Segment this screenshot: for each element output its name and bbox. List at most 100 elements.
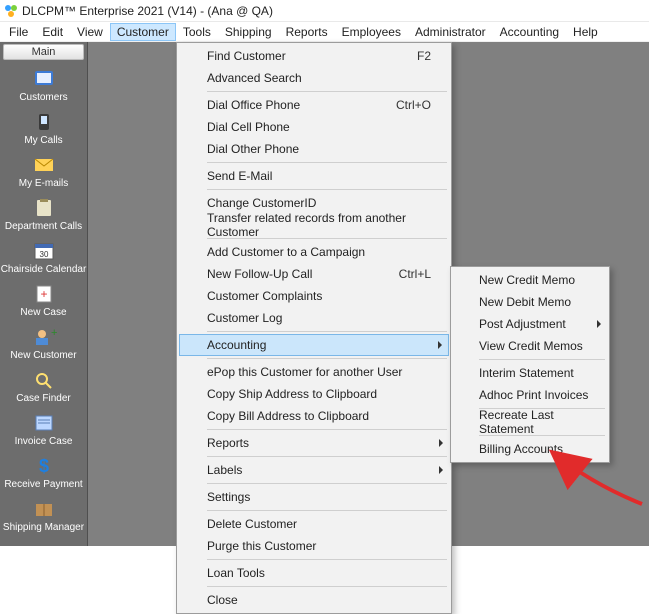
sidebar: Main Customers My Calls My E-mails Departme…	[0, 42, 88, 546]
menu-help[interactable]: Help	[566, 23, 605, 41]
submenu-item-billing-accounts[interactable]: Billing Accounts	[453, 438, 607, 460]
menu-item-label: New Credit Memo	[479, 273, 575, 287]
sidebar-item-my-calls[interactable]: My Calls	[0, 107, 87, 150]
menu-item-delete-customer[interactable]: Delete Customer	[179, 513, 449, 535]
sidebar-item-receive-payment[interactable]: $Receive Payment	[0, 451, 87, 494]
menu-item-accounting[interactable]: Accounting	[179, 334, 449, 356]
gauge-icon	[29, 539, 59, 546]
menu-item-close[interactable]: Close	[179, 589, 449, 611]
menu-item-send-e-mail[interactable]: Send E-Mail	[179, 165, 449, 187]
menu-separator	[207, 429, 447, 430]
mail-icon	[29, 152, 59, 178]
menu-item-label: Delete Customer	[207, 517, 297, 531]
menu-customer[interactable]: Customer	[110, 23, 176, 41]
menu-item-customer-complaints[interactable]: Customer Complaints	[179, 285, 449, 307]
menu-item-label: Dial Office Phone	[207, 98, 300, 112]
menu-item-labels[interactable]: Labels	[179, 459, 449, 481]
menu-shipping[interactable]: Shipping	[218, 23, 279, 41]
magnifier-icon	[29, 367, 59, 393]
menu-item-loan-tools[interactable]: Loan Tools	[179, 562, 449, 584]
submenu-item-new-credit-memo[interactable]: New Credit Memo	[453, 269, 607, 291]
menu-separator	[479, 359, 605, 360]
svg-text:+: +	[40, 287, 47, 301]
menu-item-add-customer-to-a-campaign[interactable]: Add Customer to a Campaign	[179, 241, 449, 263]
sidebar-item-label: Case Finder	[16, 394, 70, 404]
sidebar-item-customers[interactable]: Customers	[0, 64, 87, 107]
submenu-arrow-icon	[597, 320, 601, 328]
menu-item-purge-this-customer[interactable]: Purge this Customer	[179, 535, 449, 557]
submenu-item-post-adjustment[interactable]: Post Adjustment	[453, 313, 607, 335]
menu-item-label: New Follow-Up Call	[207, 267, 312, 281]
menu-item-label: Transfer related records from another Cu…	[207, 211, 431, 239]
menu-item-label: Close	[207, 593, 238, 607]
menu-item-label: Advanced Search	[207, 71, 302, 85]
submenu-item-interim-statement[interactable]: Interim Statement	[453, 362, 607, 384]
menu-shortcut: Ctrl+O	[396, 98, 431, 112]
customer-menu-dropdown: Find CustomerF2 Advanced Search Dial Offic…	[176, 42, 452, 614]
menu-tools[interactable]: Tools	[176, 23, 218, 41]
sidebar-item-new-case[interactable]: +New Case	[0, 279, 87, 322]
menu-item-epop-this-customer-for-another-user[interactable]: ePop this Customer for another User	[179, 361, 449, 383]
sidebar-item-label: My E-mails	[19, 179, 68, 189]
menu-item-reports[interactable]: Reports	[179, 432, 449, 454]
menu-item-copy-ship-address-to-clipboard[interactable]: Copy Ship Address to Clipboard	[179, 383, 449, 405]
menu-item-label: Billing Accounts	[479, 442, 563, 456]
sidebar-item-chairside-calendar[interactable]: 30Chairside Calendar	[0, 236, 87, 279]
menu-item-dial-other-phone[interactable]: Dial Other Phone	[179, 138, 449, 160]
sidebar-item-invoice-case[interactable]: Invoice Case	[0, 408, 87, 451]
menu-item-label: Send E-Mail	[207, 169, 272, 183]
menu-item-label: Recreate Last Statement	[479, 408, 593, 436]
menu-item-new-follow-up-call[interactable]: New Follow-Up CallCtrl+L	[179, 263, 449, 285]
menu-separator	[207, 358, 447, 359]
menu-separator	[207, 456, 447, 457]
menu-file[interactable]: File	[2, 23, 35, 41]
phone-icon	[29, 109, 59, 135]
menu-employees[interactable]: Employees	[335, 23, 408, 41]
sidebar-item-department-calls[interactable]: Department Calls	[0, 193, 87, 236]
menu-item-dial-office-phone[interactable]: Dial Office Phone Ctrl+O	[179, 94, 449, 116]
menu-item-label: Dial Other Phone	[207, 142, 299, 156]
menu-separator	[207, 559, 447, 560]
menu-separator	[207, 483, 447, 484]
sidebar-item-label: Shipping Manager	[3, 523, 84, 533]
book-icon	[29, 66, 59, 92]
sidebar-items: Customers My Calls My E-mails Department Ca…	[0, 64, 87, 546]
menu-accounting[interactable]: Accounting	[493, 23, 566, 41]
window-title: DLCPM™ Enterprise 2021 (V14) - (Ana @ QA…	[22, 4, 273, 18]
menu-item-label: Loan Tools	[207, 566, 265, 580]
menu-item-label: Interim Statement	[479, 366, 574, 380]
menu-edit[interactable]: Edit	[35, 23, 70, 41]
sidebar-header: Main	[3, 44, 84, 60]
sidebar-item-my-e-mails[interactable]: My E-mails	[0, 150, 87, 193]
menu-item-transfer-related-records-from-another-customer[interactable]: Transfer related records from another Cu…	[179, 214, 449, 236]
menu-item-copy-bill-address-to-clipboard[interactable]: Copy Bill Address to Clipboard	[179, 405, 449, 427]
accounting-submenu: New Credit Memo New Debit Memo Post Adjust…	[450, 266, 610, 463]
invoice-icon	[29, 410, 59, 436]
menu-item-advanced-search[interactable]: Advanced Search	[179, 67, 449, 89]
submenu-item-recreate-last-statement[interactable]: Recreate Last Statement	[453, 411, 607, 433]
menu-item-label: Post Adjustment	[479, 317, 566, 331]
sidebar-item-shipping-manager[interactable]: Shipping Manager	[0, 494, 87, 537]
package-icon	[29, 496, 59, 522]
sidebar-item-new-customer[interactable]: +New Customer	[0, 322, 87, 365]
menu-item-settings[interactable]: Settings	[179, 486, 449, 508]
menu-view[interactable]: View	[70, 23, 110, 41]
sidebar-item-schedule-dashboard[interactable]: Schedule Dashboard	[0, 537, 87, 546]
menu-item-dial-cell-phone[interactable]: Dial Cell Phone	[179, 116, 449, 138]
submenu-item-adhoc-print-invoices[interactable]: Adhoc Print Invoices	[453, 384, 607, 406]
submenu-arrow-icon	[439, 439, 443, 447]
submenu-item-new-debit-memo[interactable]: New Debit Memo	[453, 291, 607, 313]
menu-item-label: ePop this Customer for another User	[207, 365, 402, 379]
menu-item-label: Customer Complaints	[207, 289, 322, 303]
customer-plus-icon: +	[29, 324, 59, 350]
menu-item-label: Purge this Customer	[207, 539, 316, 553]
menu-reports[interactable]: Reports	[279, 23, 335, 41]
svg-text:+: +	[51, 327, 57, 339]
sidebar-item-label: Customers	[19, 93, 67, 103]
menu-separator	[207, 162, 447, 163]
menu-item-find-customer[interactable]: Find CustomerF2	[179, 45, 449, 67]
sidebar-item-case-finder[interactable]: Case Finder	[0, 365, 87, 408]
menu-administrator[interactable]: Administrator	[408, 23, 493, 41]
submenu-item-view-credit-memos[interactable]: View Credit Memos	[453, 335, 607, 357]
menu-item-customer-log[interactable]: Customer Log	[179, 307, 449, 329]
